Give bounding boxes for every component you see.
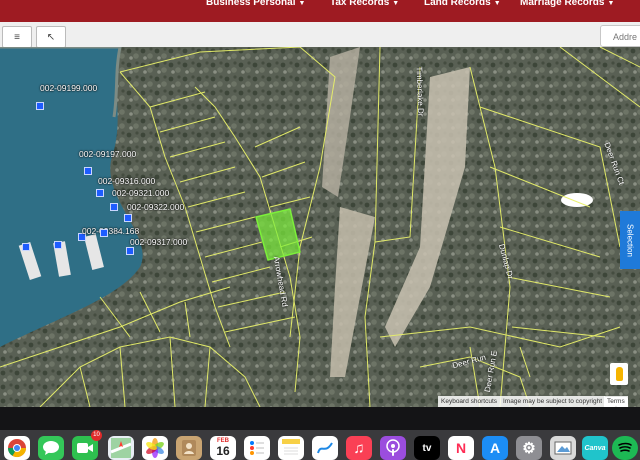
news-icon[interactable]: N (448, 436, 474, 460)
parcel-marker[interactable] (36, 102, 44, 110)
parcel-marker[interactable] (124, 214, 132, 222)
top-navigation-bar: Business Personal ▼ Tax Records ▼ Land Rec… (0, 0, 640, 22)
select-tool-button[interactable]: ↖ (36, 26, 66, 48)
layers-icon: ≡ (14, 31, 20, 43)
parcel-map[interactable]: 002-09199.000 002-09197.000 002-09316.00… (0, 47, 640, 407)
freeform-icon[interactable] (312, 436, 338, 460)
nav-land-records-label: Land Records (424, 0, 491, 8)
street-view-button[interactable] (610, 363, 628, 385)
nav-business-personal[interactable]: Business Personal ▼ (206, 0, 305, 8)
parcel-label: 002-09199.000 (40, 83, 98, 93)
selection-tab[interactable]: Selection (620, 211, 640, 269)
chevron-down-icon: ▼ (298, 0, 306, 7)
messages-icon[interactable] (38, 436, 64, 460)
parcel-marker[interactable] (126, 247, 134, 255)
layers-button[interactable]: ≡ (2, 26, 32, 48)
notification-badge: 10 (91, 430, 102, 441)
system-settings-icon[interactable]: ⚙ (516, 436, 542, 460)
select-arrow-icon: ↖ (46, 31, 56, 43)
maps-icon[interactable] (108, 436, 134, 460)
nav-tax-records[interactable]: Tax Records ▼ (330, 0, 399, 8)
parcel-marker[interactable] (22, 243, 30, 251)
parcel-label: 002-09384.168 (82, 226, 140, 236)
calendar-icon[interactable]: FEB 16 (210, 436, 236, 460)
terms-link[interactable]: Terms (604, 396, 628, 407)
parcel-label: 002-09321.000 (112, 188, 170, 198)
parcel-marker[interactable] (96, 189, 104, 197)
spotify-icon[interactable] (612, 436, 638, 460)
contacts-icon[interactable] (176, 436, 202, 460)
nav-business-personal-label: Business Personal (206, 0, 296, 8)
notes-icon[interactable] (278, 436, 304, 460)
music-icon[interactable]: ♫ (346, 436, 372, 460)
parcel-marker[interactable] (84, 167, 92, 175)
parcel-label: 002-09316.000 (98, 176, 156, 186)
parcel-label: 002-09322.000 (127, 202, 185, 212)
pegman-icon (615, 367, 623, 381)
chrome-icon[interactable] (4, 436, 30, 460)
chevron-down-icon: ▼ (392, 0, 400, 7)
nav-marriage-records-label: Marriage Records (520, 0, 605, 8)
nav-marriage-records[interactable]: Marriage Records ▼ (520, 0, 614, 8)
nav-tax-records-label: Tax Records (330, 0, 390, 8)
parcel-marker[interactable] (110, 203, 118, 211)
tv-icon[interactable]: tv (414, 436, 440, 460)
address-search-input[interactable]: Addre (600, 25, 640, 47)
keyboard-shortcuts-link[interactable]: Keyboard shortcuts (438, 396, 501, 407)
podcasts-icon[interactable] (380, 436, 406, 460)
nav-land-records[interactable]: Land Records ▼ (424, 0, 501, 8)
parcel-marker[interactable] (54, 241, 62, 249)
copyright-notice: Image may be subject to copyright (500, 396, 605, 407)
road-label: Timberlake Dr (414, 66, 426, 117)
parcel-label: 002-09197.000 (79, 149, 137, 159)
photos-icon[interactable] (142, 436, 168, 460)
parcel-marker[interactable] (100, 229, 108, 237)
preview-icon[interactable] (550, 436, 576, 460)
chevron-down-icon: ▼ (493, 0, 501, 7)
parcel-label: 002-09317.000 (130, 237, 188, 247)
canva-icon[interactable]: Canva (582, 436, 608, 460)
calendar-day: 16 (216, 444, 230, 458)
reminders-icon[interactable] (244, 436, 270, 460)
app-store-icon[interactable]: A (482, 436, 508, 460)
chevron-down-icon: ▼ (607, 0, 615, 7)
